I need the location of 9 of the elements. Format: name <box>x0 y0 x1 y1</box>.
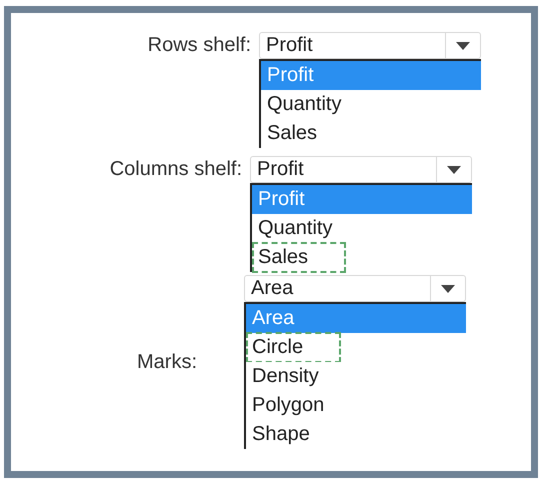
dropdown-select[interactable]: Area <box>244 275 466 302</box>
field-label: Columns shelf: <box>110 157 242 182</box>
field-label: Rows shelf: <box>148 33 251 58</box>
caret-icon <box>456 42 470 50</box>
field-label: Marks: <box>137 350 197 374</box>
caret-icon <box>441 284 455 292</box>
dropdown-select[interactable]: Profit <box>250 156 472 183</box>
caret-icon <box>447 166 461 174</box>
dropdown-select[interactable]: Profit <box>259 32 481 59</box>
